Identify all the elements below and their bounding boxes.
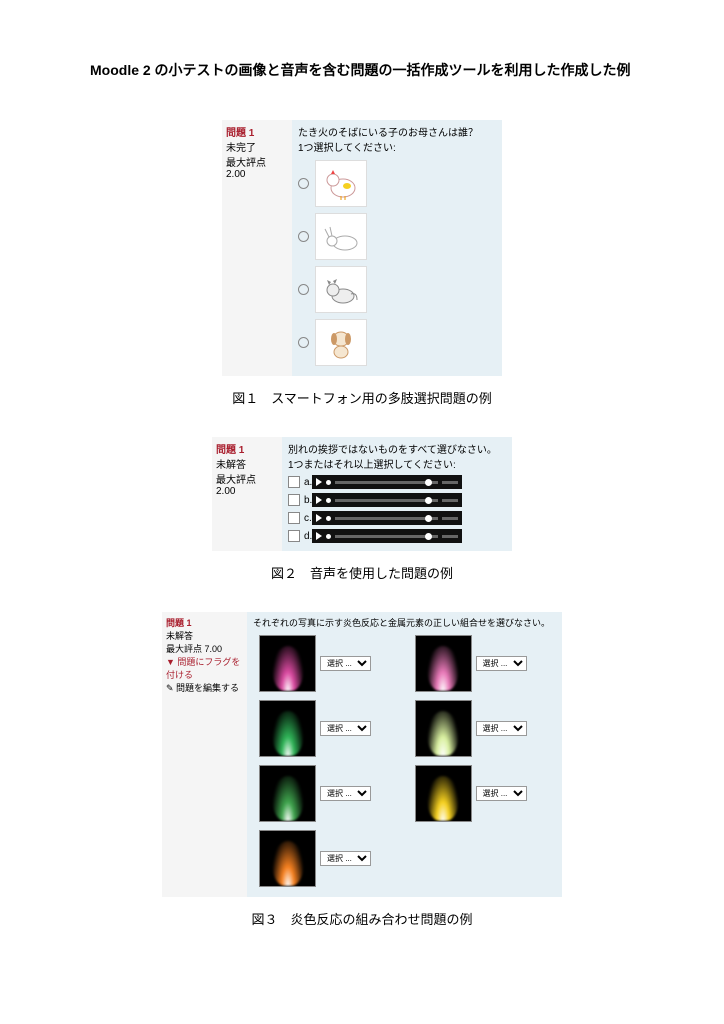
flame-option: 選択 ...	[259, 700, 395, 757]
audio-option[interactable]: d.	[288, 529, 506, 543]
radio-icon[interactable]	[298, 337, 309, 348]
seek-track[interactable]	[335, 499, 438, 502]
radio-icon[interactable]	[298, 284, 309, 295]
question-text: たき火のそばにいる子のお母さんは誰？	[298, 124, 496, 139]
flame-image	[259, 635, 316, 692]
question-instruction: 1つ選択してください:	[298, 139, 496, 154]
figure-3: 問題 1 未解答 最大評点 7.00 ▼ 問題にフラグを付ける ✎ 問題を編集す…	[162, 612, 562, 897]
volume-icon[interactable]	[442, 535, 458, 538]
element-select[interactable]: 選択 ...	[320, 656, 371, 671]
flame-option: 選択 ...	[259, 830, 395, 887]
element-select[interactable]: 選択 ...	[476, 656, 527, 671]
dog-image	[315, 319, 367, 366]
option-rabbit[interactable]	[298, 213, 496, 260]
figure-1: 問題 1 未完了 最大評点 2.00 たき火のそばにいる子のお母さんは誰？ 1つ…	[222, 120, 502, 376]
flame-image	[259, 830, 316, 887]
volume-icon[interactable]	[442, 517, 458, 520]
element-select[interactable]: 選択 ...	[320, 721, 371, 736]
checkbox-icon[interactable]	[288, 494, 300, 506]
question-sidebar: 問題 1 未解答 最大評点 7.00 ▼ 問題にフラグを付ける ✎ 問題を編集す…	[162, 612, 247, 897]
question-status: 未完了	[226, 139, 288, 154]
chicken-image	[315, 160, 367, 207]
question-status: 未解答	[216, 456, 278, 471]
seek-track[interactable]	[335, 535, 438, 538]
page-title: Moodle 2 の小テストの画像と音声を含む問題の一括作成ツールを利用した作成…	[90, 60, 634, 80]
option-dog[interactable]	[298, 319, 496, 366]
flame-image	[259, 700, 316, 757]
audio-player[interactable]	[312, 475, 462, 489]
question-number: 問題 1	[226, 124, 288, 139]
edit-question-link[interactable]: ✎ 問題を編集する	[166, 681, 243, 694]
flame-option: 選択 ...	[415, 700, 551, 757]
flame-option: 選択 ...	[415, 635, 551, 692]
play-icon[interactable]	[316, 478, 322, 486]
flame-image	[415, 765, 472, 822]
figure-3-caption: 図３ 炎色反応の組み合わせ問題の例	[90, 909, 634, 928]
audio-option[interactable]: c.	[288, 511, 506, 525]
audio-player[interactable]	[312, 529, 462, 543]
flame-image	[415, 635, 472, 692]
volume-icon[interactable]	[442, 499, 458, 502]
flame-option: 選択 ...	[259, 635, 395, 692]
element-select[interactable]: 選択 ...	[476, 786, 527, 801]
question-text: それぞれの写真に示す炎色反応と金属元素の正しい組合せを選びなさい。	[253, 616, 556, 629]
play-icon[interactable]	[316, 532, 322, 540]
progress-dot-icon	[326, 498, 331, 503]
element-select[interactable]: 選択 ...	[320, 851, 371, 866]
progress-dot-icon	[326, 516, 331, 521]
audio-option[interactable]: a.	[288, 475, 506, 489]
question-status: 未解答	[166, 629, 243, 642]
rabbit-image	[315, 213, 367, 260]
question-text: 別れの挨拶ではないものをすべて選びなさい。	[288, 441, 506, 456]
progress-dot-icon	[326, 534, 331, 539]
flame-option: 選択 ...	[259, 765, 395, 822]
audio-option[interactable]: b.	[288, 493, 506, 507]
checkbox-icon[interactable]	[288, 512, 300, 524]
radio-icon[interactable]	[298, 231, 309, 242]
option-chicken[interactable]	[298, 160, 496, 207]
question-body: 別れの挨拶ではないものをすべて選びなさい。 1つまたはそれ以上選択してください:…	[282, 437, 512, 551]
checkbox-icon[interactable]	[288, 476, 300, 488]
figure-2: 問題 1 未解答 最大評点 2.00 別れの挨拶ではないものをすべて選びなさい。…	[212, 437, 512, 551]
progress-dot-icon	[326, 480, 331, 485]
option-label: d.	[304, 531, 312, 542]
question-body: それぞれの写真に示す炎色反応と金属元素の正しい組合せを選びなさい。 選択 ...…	[247, 612, 562, 897]
flame-option: 選択 ...	[415, 765, 551, 822]
play-icon[interactable]	[316, 496, 322, 504]
seek-track[interactable]	[335, 481, 438, 484]
question-maxscore: 最大評点 7.00	[166, 642, 243, 655]
question-number: 問題 1	[216, 441, 278, 456]
flag-question-link[interactable]: ▼ 問題にフラグを付ける	[166, 655, 243, 681]
volume-icon[interactable]	[442, 481, 458, 484]
question-maxscore: 最大評点 2.00	[216, 471, 278, 497]
option-cat[interactable]	[298, 266, 496, 313]
cat-image	[315, 266, 367, 313]
element-select[interactable]: 選択 ...	[476, 721, 527, 736]
audio-player[interactable]	[312, 493, 462, 507]
question-maxscore: 最大評点 2.00	[226, 154, 288, 180]
question-body: たき火のそばにいる子のお母さんは誰？ 1つ選択してください:	[292, 120, 502, 376]
figure-1-caption: 図１ スマートフォン用の多肢選択問題の例	[90, 388, 634, 407]
option-label: a.	[304, 477, 312, 488]
question-sidebar: 問題 1 未完了 最大評点 2.00	[222, 120, 292, 376]
audio-player[interactable]	[312, 511, 462, 525]
play-icon[interactable]	[316, 514, 322, 522]
question-instruction: 1つまたはそれ以上選択してください:	[288, 456, 506, 471]
flame-image	[259, 765, 316, 822]
element-select[interactable]: 選択 ...	[320, 786, 371, 801]
checkbox-icon[interactable]	[288, 530, 300, 542]
question-number: 問題 1	[166, 616, 243, 629]
seek-track[interactable]	[335, 517, 438, 520]
figure-2-caption: 図２ 音声を使用した問題の例	[90, 563, 634, 582]
question-sidebar: 問題 1 未解答 最大評点 2.00	[212, 437, 282, 551]
option-label: c.	[304, 513, 312, 524]
flame-image	[415, 700, 472, 757]
radio-icon[interactable]	[298, 178, 309, 189]
option-label: b.	[304, 495, 312, 506]
